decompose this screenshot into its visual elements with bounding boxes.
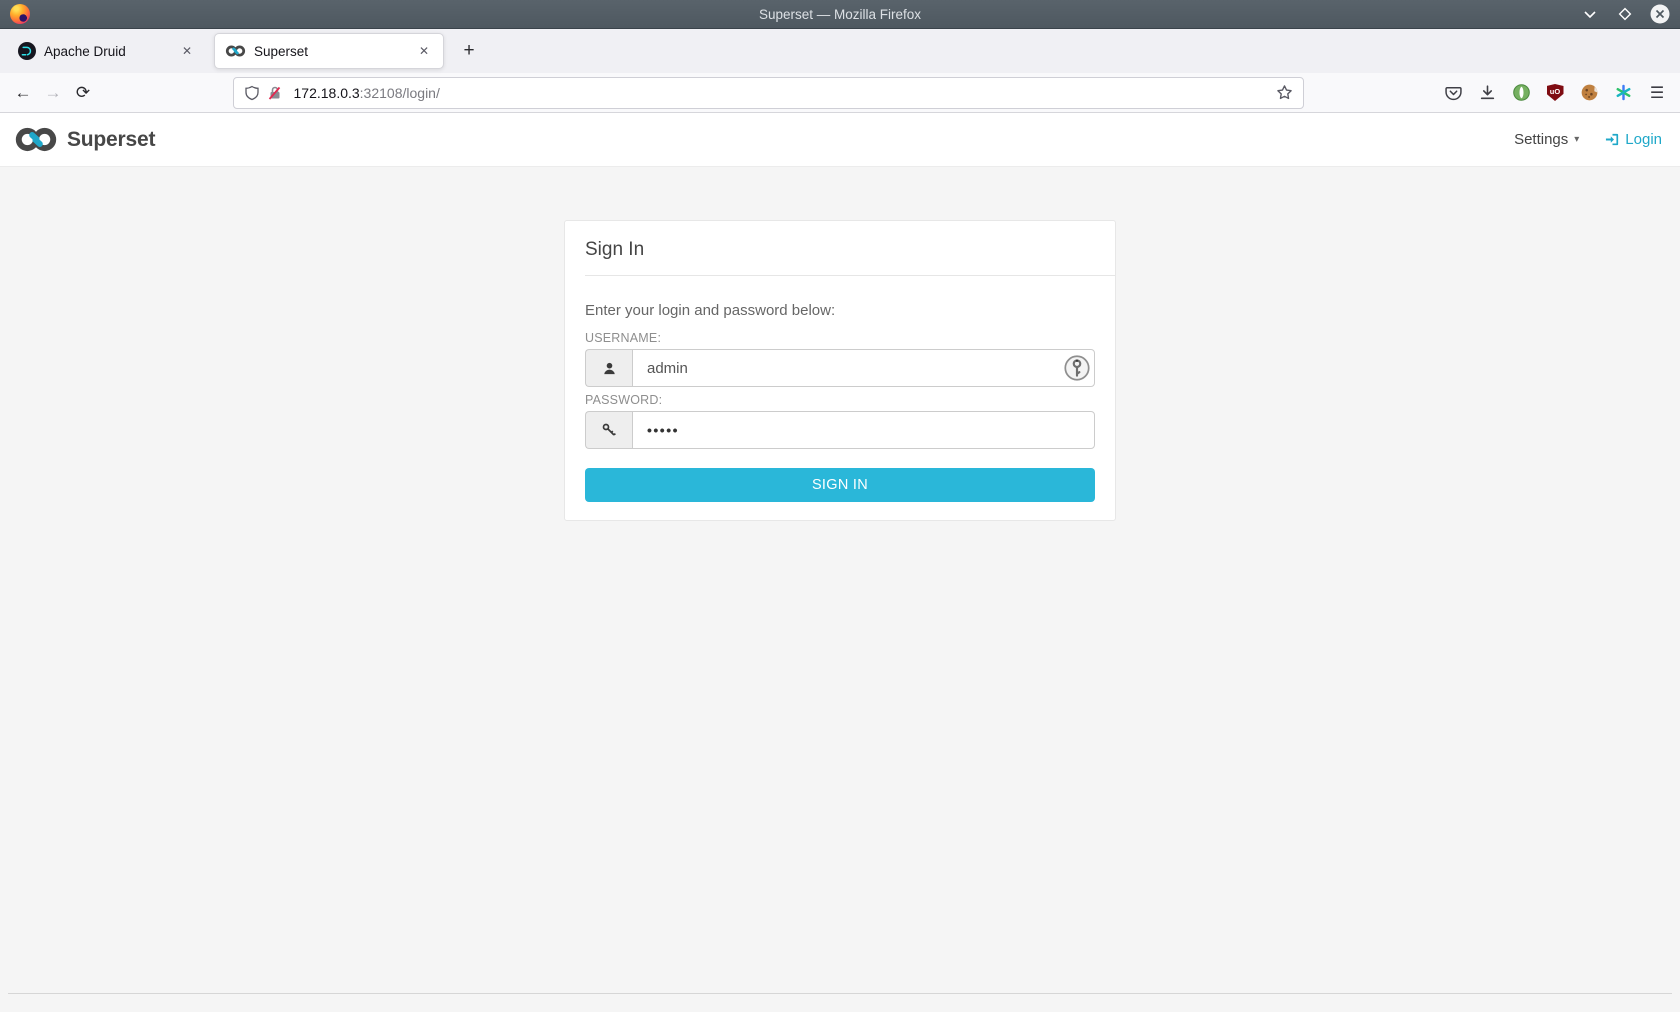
privacy-extension-icon[interactable] xyxy=(1506,78,1536,108)
tracking-protection-shield-icon[interactable] xyxy=(244,85,260,101)
reload-button[interactable]: ⟳ xyxy=(68,78,98,108)
forward-button[interactable]: → xyxy=(38,78,68,108)
window-titlebar: Superset — Mozilla Firefox xyxy=(0,0,1680,29)
insecure-lock-icon[interactable] xyxy=(267,85,283,101)
window-minimize-button[interactable] xyxy=(1580,4,1600,24)
cookie-extension-icon[interactable] xyxy=(1574,78,1604,108)
login-label: Login xyxy=(1625,131,1662,148)
url-text: 172.18.0.3:32108/login/ xyxy=(294,85,440,101)
pocket-icon[interactable] xyxy=(1438,78,1468,108)
user-icon xyxy=(603,362,615,374)
ublock-badge-text: uO xyxy=(1549,87,1561,96)
login-link[interactable]: Login xyxy=(1605,131,1662,148)
settings-label: Settings xyxy=(1514,131,1569,148)
brand-title: Superset xyxy=(67,127,156,151)
url-host: 172.18.0.3 xyxy=(293,84,360,101)
tab-superset[interactable]: Superset ✕ xyxy=(214,33,444,69)
tab-close-icon[interactable]: ✕ xyxy=(178,42,196,60)
password-input[interactable] xyxy=(632,411,1095,449)
username-addon xyxy=(585,349,632,387)
superset-navbar: Superset Settings ▾ Login xyxy=(0,113,1680,167)
password-label: PASSWORD: xyxy=(585,393,663,407)
browser-toolbar: ← → ⟳ 172.18.0.3:32108/login/ uO ☰ xyxy=(0,73,1680,113)
window-title: Superset — Mozilla Firefox xyxy=(758,6,922,22)
sign-in-icon xyxy=(1606,133,1619,146)
url-path: :32108/login/ xyxy=(359,84,440,101)
sign-in-button[interactable]: SIGN IN xyxy=(585,468,1095,502)
footer-divider xyxy=(8,993,1672,994)
superset-favicon-icon xyxy=(225,45,246,57)
superset-logo-icon xyxy=(15,127,57,152)
settings-menu[interactable]: Settings ▾ xyxy=(1514,131,1579,148)
menu-icon[interactable]: ☰ xyxy=(1642,78,1672,108)
spark-extension-icon[interactable] xyxy=(1608,78,1638,108)
superset-brand-link[interactable]: Superset xyxy=(14,127,155,152)
username-input[interactable] xyxy=(632,349,1095,387)
password-addon xyxy=(585,411,632,449)
tab-title: Superset xyxy=(254,43,309,59)
page-content: Sign In Enter your login and password be… xyxy=(0,167,1680,1012)
new-tab-button[interactable]: + xyxy=(454,36,484,66)
username-label: USERNAME: xyxy=(585,331,662,345)
tab-apache-druid[interactable]: Apache Druid ✕ xyxy=(8,29,206,73)
bookmark-star-icon[interactable] xyxy=(1276,84,1293,101)
caret-down-icon: ▾ xyxy=(1574,134,1580,145)
back-button[interactable]: ← xyxy=(8,78,38,108)
sign-in-title: Sign In xyxy=(585,239,645,260)
window-close-button[interactable] xyxy=(1650,4,1670,24)
sign-in-card: Sign In Enter your login and password be… xyxy=(564,220,1116,521)
window-maximize-button[interactable] xyxy=(1615,4,1635,24)
key-icon xyxy=(602,423,616,436)
card-divider xyxy=(585,275,1115,276)
firefox-logo-icon xyxy=(10,4,30,24)
downloads-icon[interactable] xyxy=(1472,78,1502,108)
url-bar[interactable]: 172.18.0.3:32108/login/ xyxy=(232,76,1304,109)
keepassxc-autofill-icon[interactable] xyxy=(1064,355,1090,381)
tab-close-icon[interactable]: ✕ xyxy=(415,42,433,60)
sign-in-instruction: Enter your login and password below: xyxy=(585,302,836,319)
druid-favicon-icon xyxy=(18,42,36,60)
ublock-origin-icon[interactable]: uO xyxy=(1540,78,1570,108)
tab-bar: Apache Druid ✕ Superset ✕ + xyxy=(0,29,1680,73)
tab-title: Apache Druid xyxy=(44,43,126,59)
